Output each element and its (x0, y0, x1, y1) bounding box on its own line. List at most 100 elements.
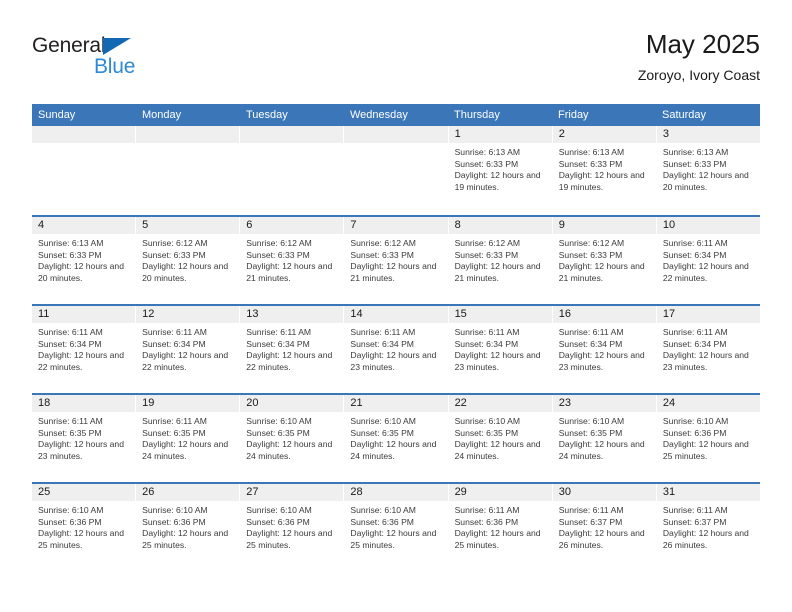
day-cell[interactable]: 7 Sunrise: 6:12 AM Sunset: 6:33 PM Dayli… (344, 217, 449, 304)
day-cell[interactable]: 16 Sunrise: 6:11 AM Sunset: 6:34 PM Dayl… (552, 306, 657, 393)
day-info: Sunrise: 6:13 AM Sunset: 6:33 PM Dayligh… (32, 234, 135, 284)
day-number: 13 (240, 306, 344, 323)
sunrise-text: Sunrise: 6:10 AM (246, 505, 312, 515)
sunrise-text: Sunrise: 6:10 AM (350, 416, 416, 426)
day-cell[interactable]: 8 Sunrise: 6:12 AM Sunset: 6:33 PM Dayli… (448, 217, 553, 304)
day-cell[interactable]: 1 Sunrise: 6:13 AM Sunset: 6:33 PM Dayli… (448, 126, 553, 215)
day-info: Sunrise: 6:11 AM Sunset: 6:35 PM Dayligh… (32, 412, 135, 462)
day-info: Sunrise: 6:13 AM Sunset: 6:33 PM Dayligh… (553, 143, 656, 193)
calendar-grid: Sunday Monday Tuesday Wednesday Thursday… (32, 104, 760, 571)
logo-text-blue: Blue (94, 55, 136, 78)
day-number (344, 126, 448, 143)
day-cell[interactable]: 22 Sunrise: 6:10 AM Sunset: 6:35 PM Dayl… (448, 395, 553, 482)
daylight-text: Daylight: 12 hours and 22 minutes. (38, 350, 124, 372)
sunset-text: Sunset: 6:34 PM (662, 249, 727, 260)
day-cell[interactable]: 2 Sunrise: 6:13 AM Sunset: 6:33 PM Dayli… (552, 126, 657, 215)
sunrise-text: Sunrise: 6:11 AM (662, 327, 728, 337)
day-number (32, 126, 136, 143)
day-info: Sunrise: 6:11 AM Sunset: 6:34 PM Dayligh… (657, 323, 760, 373)
day-cell[interactable] (240, 126, 345, 215)
day-number: 23 (552, 395, 656, 412)
day-cell[interactable]: 3 Sunrise: 6:13 AM Sunset: 6:33 PM Dayli… (656, 126, 760, 215)
day-info: Sunrise: 6:11 AM Sunset: 6:36 PM Dayligh… (449, 501, 552, 551)
daylight-text: Daylight: 12 hours and 26 minutes. (558, 528, 645, 550)
day-cell[interactable]: 26 Sunrise: 6:10 AM Sunset: 6:36 PM Dayl… (136, 484, 241, 571)
day-cell[interactable]: 28 Sunrise: 6:10 AM Sunset: 6:36 PM Dayl… (344, 484, 449, 571)
day-info: Sunrise: 6:11 AM Sunset: 6:34 PM Dayligh… (449, 323, 552, 373)
day-cell[interactable]: 18 Sunrise: 6:11 AM Sunset: 6:35 PM Dayl… (32, 395, 137, 482)
day-cell[interactable]: 14 Sunrise: 6:11 AM Sunset: 6:34 PM Dayl… (344, 306, 449, 393)
day-cell[interactable]: 4 Sunrise: 6:13 AM Sunset: 6:33 PM Dayli… (32, 217, 137, 304)
sunset-text: Sunset: 6:34 PM (350, 338, 414, 349)
day-number: 24 (656, 395, 760, 412)
day-number: 31 (656, 484, 760, 501)
daylight-text: Daylight: 12 hours and 19 minutes. (454, 170, 541, 192)
day-cell[interactable]: 13 Sunrise: 6:11 AM Sunset: 6:34 PM Dayl… (240, 306, 345, 393)
day-number: 26 (136, 484, 240, 501)
day-number: 15 (448, 306, 552, 323)
day-cell[interactable]: 27 Sunrise: 6:10 AM Sunset: 6:36 PM Dayl… (240, 484, 345, 571)
day-info: Sunrise: 6:11 AM Sunset: 6:35 PM Dayligh… (136, 412, 239, 462)
day-cell[interactable]: 12 Sunrise: 6:11 AM Sunset: 6:34 PM Dayl… (136, 306, 241, 393)
day-cell[interactable]: 15 Sunrise: 6:11 AM Sunset: 6:34 PM Dayl… (448, 306, 553, 393)
day-number: 30 (552, 484, 656, 501)
weekday-header-thursday: Thursday (454, 109, 500, 121)
daylight-text: Daylight: 12 hours and 23 minutes. (38, 439, 124, 461)
day-cell[interactable]: 10 Sunrise: 6:11 AM Sunset: 6:34 PM Dayl… (656, 217, 760, 304)
weekday-header-friday: Friday (558, 109, 589, 121)
day-cell[interactable] (344, 126, 449, 215)
day-info: Sunrise: 6:10 AM Sunset: 6:36 PM Dayligh… (344, 501, 447, 551)
sunrise-text: Sunrise: 6:11 AM (558, 505, 624, 515)
daylight-text: Daylight: 12 hours and 22 minutes. (142, 350, 229, 372)
day-cell[interactable]: 6 Sunrise: 6:12 AM Sunset: 6:33 PM Dayli… (240, 217, 345, 304)
sunrise-text: Sunrise: 6:12 AM (558, 238, 625, 248)
sunset-text: Sunset: 6:36 PM (38, 516, 102, 527)
day-cell[interactable]: 25 Sunrise: 6:10 AM Sunset: 6:36 PM Dayl… (32, 484, 137, 571)
day-number: 10 (656, 217, 760, 234)
general-blue-logo[interactable]: General Blue (32, 34, 232, 84)
day-cell[interactable]: 20 Sunrise: 6:10 AM Sunset: 6:35 PM Dayl… (240, 395, 345, 482)
weekday-header-saturday: Saturday (662, 109, 707, 121)
day-info: Sunrise: 6:13 AM Sunset: 6:33 PM Dayligh… (449, 143, 552, 193)
day-cell[interactable]: 29 Sunrise: 6:11 AM Sunset: 6:36 PM Dayl… (448, 484, 553, 571)
day-info: Sunrise: 6:12 AM Sunset: 6:33 PM Dayligh… (136, 234, 239, 284)
day-cell[interactable]: 11 Sunrise: 6:11 AM Sunset: 6:34 PM Dayl… (32, 306, 137, 393)
sunrise-text: Sunrise: 6:12 AM (246, 238, 312, 248)
day-info: Sunrise: 6:11 AM Sunset: 6:34 PM Dayligh… (344, 323, 447, 373)
sunset-text: Sunset: 6:36 PM (662, 427, 727, 438)
day-cell[interactable]: 19 Sunrise: 6:11 AM Sunset: 6:35 PM Dayl… (136, 395, 241, 482)
day-number: 4 (32, 217, 136, 234)
sunrise-text: Sunrise: 6:13 AM (662, 147, 729, 157)
day-info (344, 143, 447, 147)
day-cell[interactable]: 5 Sunrise: 6:12 AM Sunset: 6:33 PM Dayli… (136, 217, 241, 304)
sunrise-text: Sunrise: 6:10 AM (558, 416, 625, 426)
sunrise-text: Sunrise: 6:10 AM (246, 416, 312, 426)
day-cell[interactable]: 23 Sunrise: 6:10 AM Sunset: 6:35 PM Dayl… (552, 395, 657, 482)
sunrise-text: Sunrise: 6:13 AM (558, 147, 625, 157)
day-info: Sunrise: 6:10 AM Sunset: 6:35 PM Dayligh… (449, 412, 552, 462)
day-cell[interactable]: 31 Sunrise: 6:11 AM Sunset: 6:37 PM Dayl… (656, 484, 760, 571)
sunrise-text: Sunrise: 6:10 AM (142, 505, 208, 515)
day-cell[interactable] (32, 126, 137, 215)
sunset-text: Sunset: 6:33 PM (246, 249, 310, 260)
day-cell[interactable]: 9 Sunrise: 6:12 AM Sunset: 6:33 PM Dayli… (552, 217, 657, 304)
day-cell[interactable]: 17 Sunrise: 6:11 AM Sunset: 6:34 PM Dayl… (656, 306, 760, 393)
day-number: 22 (448, 395, 552, 412)
sunset-text: Sunset: 6:33 PM (454, 249, 519, 260)
sunrise-text: Sunrise: 6:12 AM (142, 238, 208, 248)
sunrise-text: Sunrise: 6:10 AM (350, 505, 416, 515)
day-info (136, 143, 239, 147)
weekday-header-tuesday: Tuesday (246, 109, 288, 121)
daylight-text: Daylight: 12 hours and 24 minutes. (558, 439, 645, 461)
sunset-text: Sunset: 6:33 PM (142, 249, 206, 260)
daylight-text: Daylight: 12 hours and 25 minutes. (142, 528, 229, 550)
day-cell[interactable]: 21 Sunrise: 6:10 AM Sunset: 6:35 PM Dayl… (344, 395, 449, 482)
day-cell[interactable]: 24 Sunrise: 6:10 AM Sunset: 6:36 PM Dayl… (656, 395, 760, 482)
weekday-header-row: Sunday Monday Tuesday Wednesday Thursday… (32, 104, 760, 126)
day-cell[interactable]: 30 Sunrise: 6:11 AM Sunset: 6:37 PM Dayl… (552, 484, 657, 571)
day-number: 16 (552, 306, 656, 323)
daylight-text: Daylight: 12 hours and 20 minutes. (142, 261, 229, 283)
sunset-text: Sunset: 6:36 PM (246, 516, 310, 527)
title-block: May 2025 Zoroyo, Ivory Coast (638, 28, 760, 85)
day-cell[interactable] (136, 126, 241, 215)
